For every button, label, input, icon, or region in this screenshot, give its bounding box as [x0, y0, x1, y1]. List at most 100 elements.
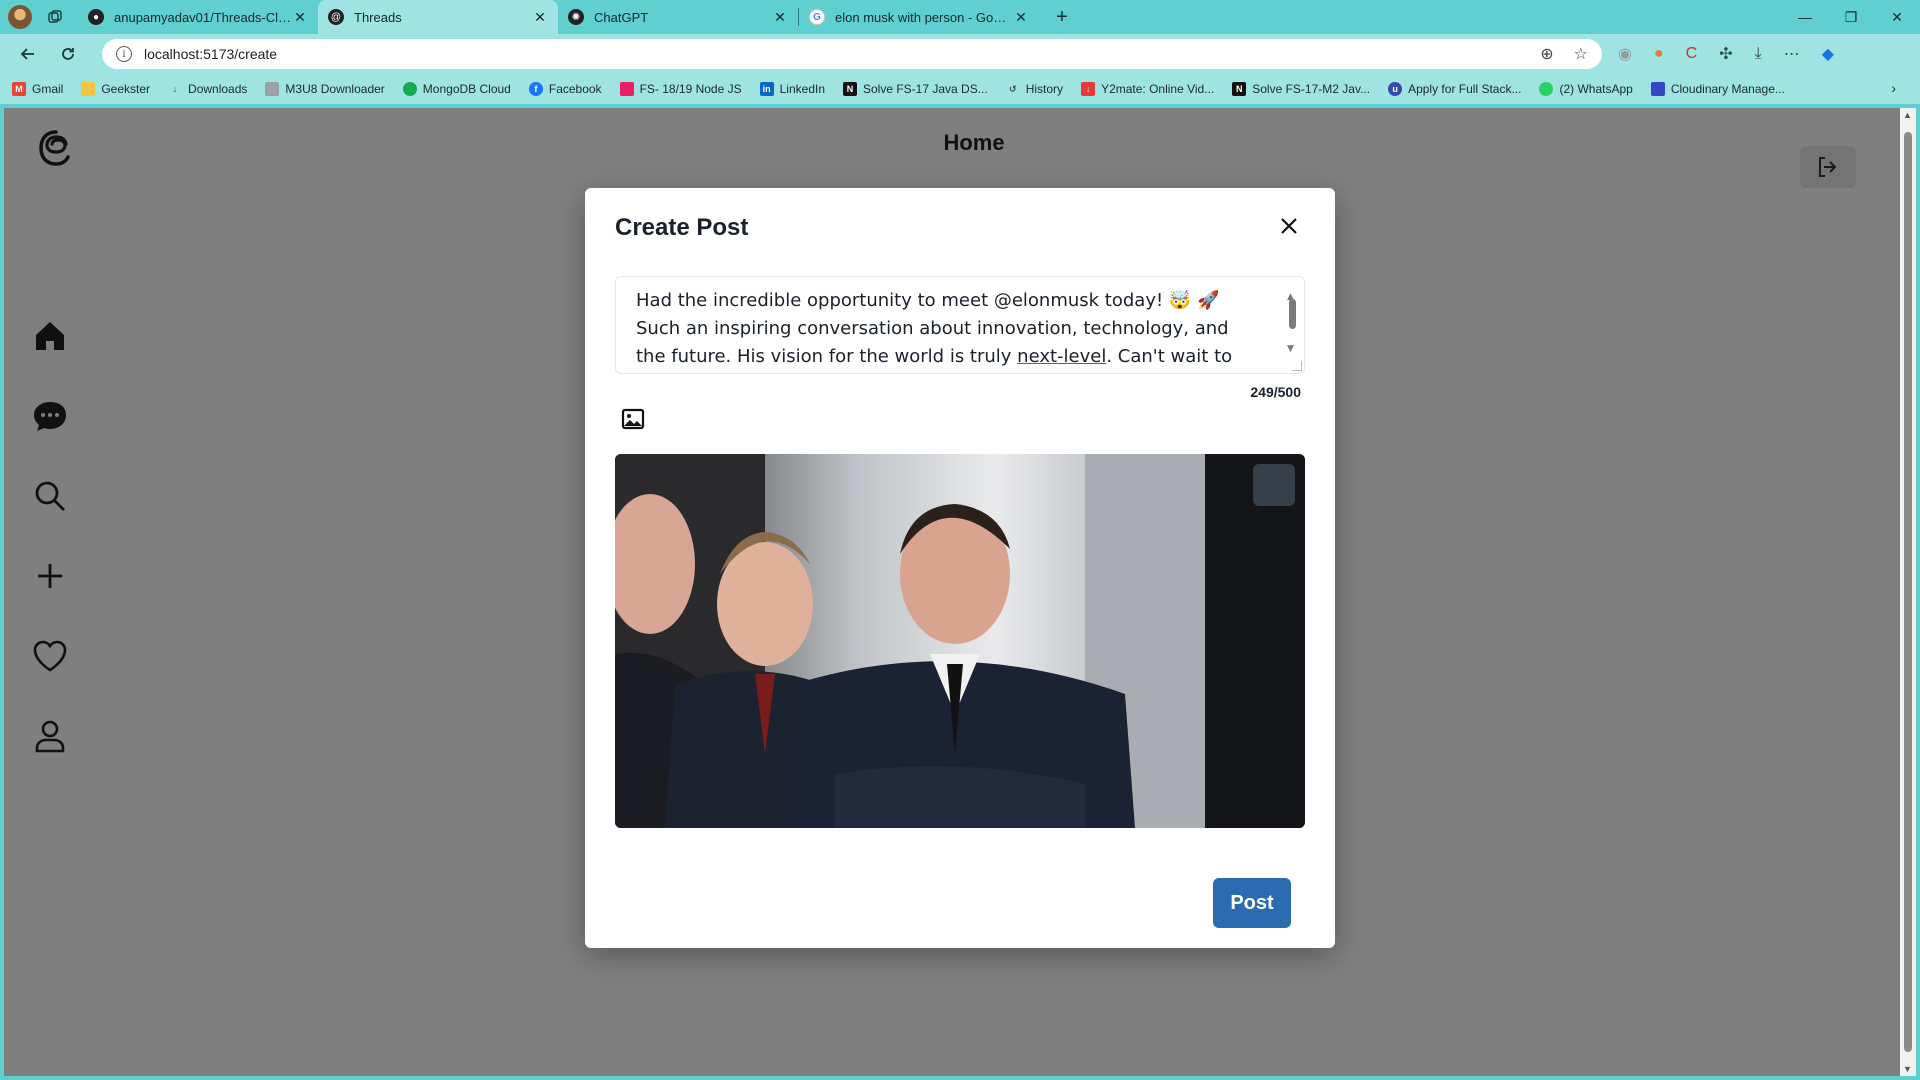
extension-icon[interactable]: ◉ — [1618, 44, 1632, 64]
scroll-down-arrow-icon[interactable]: ▼ — [1903, 1064, 1912, 1074]
post-text-input[interactable]: Had the incredible opportunity to meet @… — [615, 276, 1305, 374]
close-modal-button[interactable] — [1271, 208, 1307, 244]
create-post-modal: Create Post Had the incredible opportuni… — [585, 188, 1335, 948]
bookmark-solve-java[interactable]: N Solve FS-17 Java DS... — [843, 82, 988, 96]
google-icon: G — [809, 9, 825, 25]
threads-icon: @ — [328, 9, 344, 25]
cloudinary-icon — [1650, 82, 1665, 96]
resize-handle[interactable] — [1292, 361, 1302, 371]
scroll-down-arrow-icon[interactable]: ▼ — [1287, 335, 1294, 363]
image-icon — [621, 408, 645, 430]
close-window-button[interactable]: ✕ — [1874, 0, 1920, 34]
back-arrow-icon — [20, 48, 34, 60]
bookmark-cloudinary[interactable]: Cloudinary Manage... — [1650, 82, 1785, 96]
sidebar-item-profile[interactable] — [30, 718, 70, 754]
tab-github[interactable]: ● anupamyadav01/Threads-Clone ✕ — [78, 0, 318, 34]
post-button[interactable]: Post — [1213, 878, 1291, 928]
apply-icon: u — [1388, 82, 1403, 96]
bookmark-apply[interactable]: u Apply for Full Stack... — [1388, 82, 1521, 96]
textarea-scroll-thumb[interactable] — [1289, 299, 1296, 329]
restore-button[interactable]: ❐ — [1828, 0, 1874, 34]
bookmark-solve-m2[interactable]: N Solve FS-17-M2 Jav... — [1232, 82, 1370, 96]
minimize-button[interactable]: — — [1782, 0, 1828, 34]
bookmark-label: Solve FS-17 Java DS... — [863, 82, 988, 96]
linkedin-icon: in — [759, 82, 774, 96]
tab-google[interactable]: G elon musk with person - Google S ✕ — [799, 0, 1039, 34]
profile-avatar[interactable] — [8, 5, 32, 29]
y2mate-icon: ↓ — [1081, 82, 1096, 96]
chevron-right-icon[interactable]: › — [1891, 80, 1896, 96]
bookmark-downloads[interactable]: ↓ Downloads — [168, 82, 248, 96]
bookmark-fs-node[interactable]: FS- 18/19 Node JS — [619, 82, 742, 96]
site-info-icon[interactable]: i — [116, 46, 132, 62]
bookmarks-bar: M Gmail Geekster ↓ Downloads M3U8 Download… — [0, 74, 1920, 104]
close-tab-icon[interactable]: ✕ — [772, 9, 788, 26]
close-tab-icon[interactable]: ✕ — [532, 9, 548, 26]
tab-bar: ● anupamyadav01/Threads-Clone ✕ @ Thread… — [0, 0, 1920, 34]
history-icon: ↺ — [1008, 83, 1017, 94]
bookmark-geekster[interactable]: Geekster — [81, 82, 150, 96]
bookmark-mongodb[interactable]: MongoDB Cloud — [402, 82, 511, 96]
add-image-button[interactable] — [621, 408, 645, 430]
new-tab-button[interactable]: + — [1047, 6, 1077, 29]
tab-title: elon musk with person - Google S — [835, 9, 1013, 25]
close-tab-icon[interactable]: ✕ — [292, 9, 308, 26]
bookmark-whatsapp[interactable]: (2) WhatsApp — [1539, 82, 1633, 96]
url-text: localhost:5173/create — [144, 46, 278, 62]
bookmark-label: LinkedIn — [779, 82, 825, 96]
page-scroll-thumb[interactable] — [1904, 132, 1912, 1052]
extensions-puzzle-icon[interactable]: ✣ — [1719, 44, 1732, 64]
textarea-scrollbar[interactable]: ▲ ▼ — [1286, 283, 1298, 369]
reload-button[interactable] — [48, 34, 88, 74]
bookmark-facebook[interactable]: f Facebook — [528, 82, 602, 96]
back-button[interactable] — [8, 34, 48, 74]
gmail-icon: M — [12, 82, 26, 96]
plus-icon — [38, 564, 62, 588]
logout-button[interactable] — [1800, 146, 1856, 188]
bookmark-label: History — [1025, 82, 1064, 96]
bookmark-label: MongoDB Cloud — [422, 82, 511, 96]
whatsapp-icon — [1539, 82, 1554, 96]
extension-icon[interactable]: C — [1686, 45, 1698, 63]
address-bar: i localhost:5173/create ⊕ ☆ ◉ ● C ✣ ⤓ ⋯ … — [0, 34, 1920, 74]
bookmark-label: Facebook — [548, 82, 602, 96]
tab-chatgpt[interactable]: ✺ ChatGPT ✕ — [558, 0, 798, 34]
sidebar-item-create[interactable] — [30, 558, 70, 594]
page-scrollbar[interactable]: ▲ ▼ — [1900, 108, 1916, 1076]
extension-icon[interactable]: ● — [1654, 45, 1664, 63]
bookmark-label: (2) WhatsApp — [1559, 82, 1633, 96]
remove-image-button[interactable] — [1253, 464, 1295, 506]
bookmark-history[interactable]: ↺ History — [1006, 82, 1063, 96]
omnibox-actions: ⊕ ☆ — [1540, 44, 1588, 64]
bookmark-linkedin[interactable]: in LinkedIn — [759, 82, 825, 96]
m3u8-icon — [265, 82, 280, 96]
copilot-icon[interactable]: ◆ — [1822, 44, 1834, 64]
user-icon — [35, 720, 65, 753]
more-menu-icon[interactable]: ⋯ — [1784, 44, 1800, 64]
bookmark-gmail[interactable]: M Gmail — [12, 82, 63, 96]
favorite-star-icon[interactable]: ☆ — [1574, 44, 1588, 64]
url-field[interactable]: i localhost:5173/create ⊕ ☆ — [102, 39, 1602, 69]
bookmark-y2mate[interactable]: ↓ Y2mate: Online Vid... — [1081, 82, 1214, 96]
sidebar-item-search[interactable] — [30, 478, 70, 514]
tab-threads[interactable]: @ Threads ✕ — [318, 0, 558, 34]
close-tab-icon[interactable]: ✕ — [1013, 9, 1029, 26]
bookmark-label: Gmail — [32, 82, 64, 96]
downloads-icon[interactable]: ⤓ — [1755, 45, 1762, 63]
reload-icon — [62, 48, 74, 60]
download-icon: ↓ — [172, 84, 178, 94]
sidebar-item-home[interactable] — [30, 318, 70, 354]
tab-title: ChatGPT — [594, 9, 649, 25]
solve-icon: N — [1232, 82, 1247, 96]
sidebar-item-activity[interactable] — [30, 638, 70, 674]
extension-toolbar: ◉ ● C ✣ ⤓ ⋯ ◆ — [1618, 34, 1834, 74]
bookmark-label: Cloudinary Manage... — [1670, 82, 1785, 96]
bookmark-m3u8[interactable]: M3U8 Downloader — [265, 82, 385, 96]
scroll-up-arrow-icon[interactable]: ▲ — [1903, 110, 1912, 120]
sidebar-nav — [30, 318, 70, 754]
spellcheck-word: next-level — [1017, 346, 1107, 367]
zoom-icon[interactable]: ⊕ — [1540, 44, 1553, 64]
sidebar-item-messages[interactable] — [30, 398, 70, 434]
workspaces-icon[interactable] — [40, 2, 70, 32]
image-preview — [615, 454, 1305, 828]
